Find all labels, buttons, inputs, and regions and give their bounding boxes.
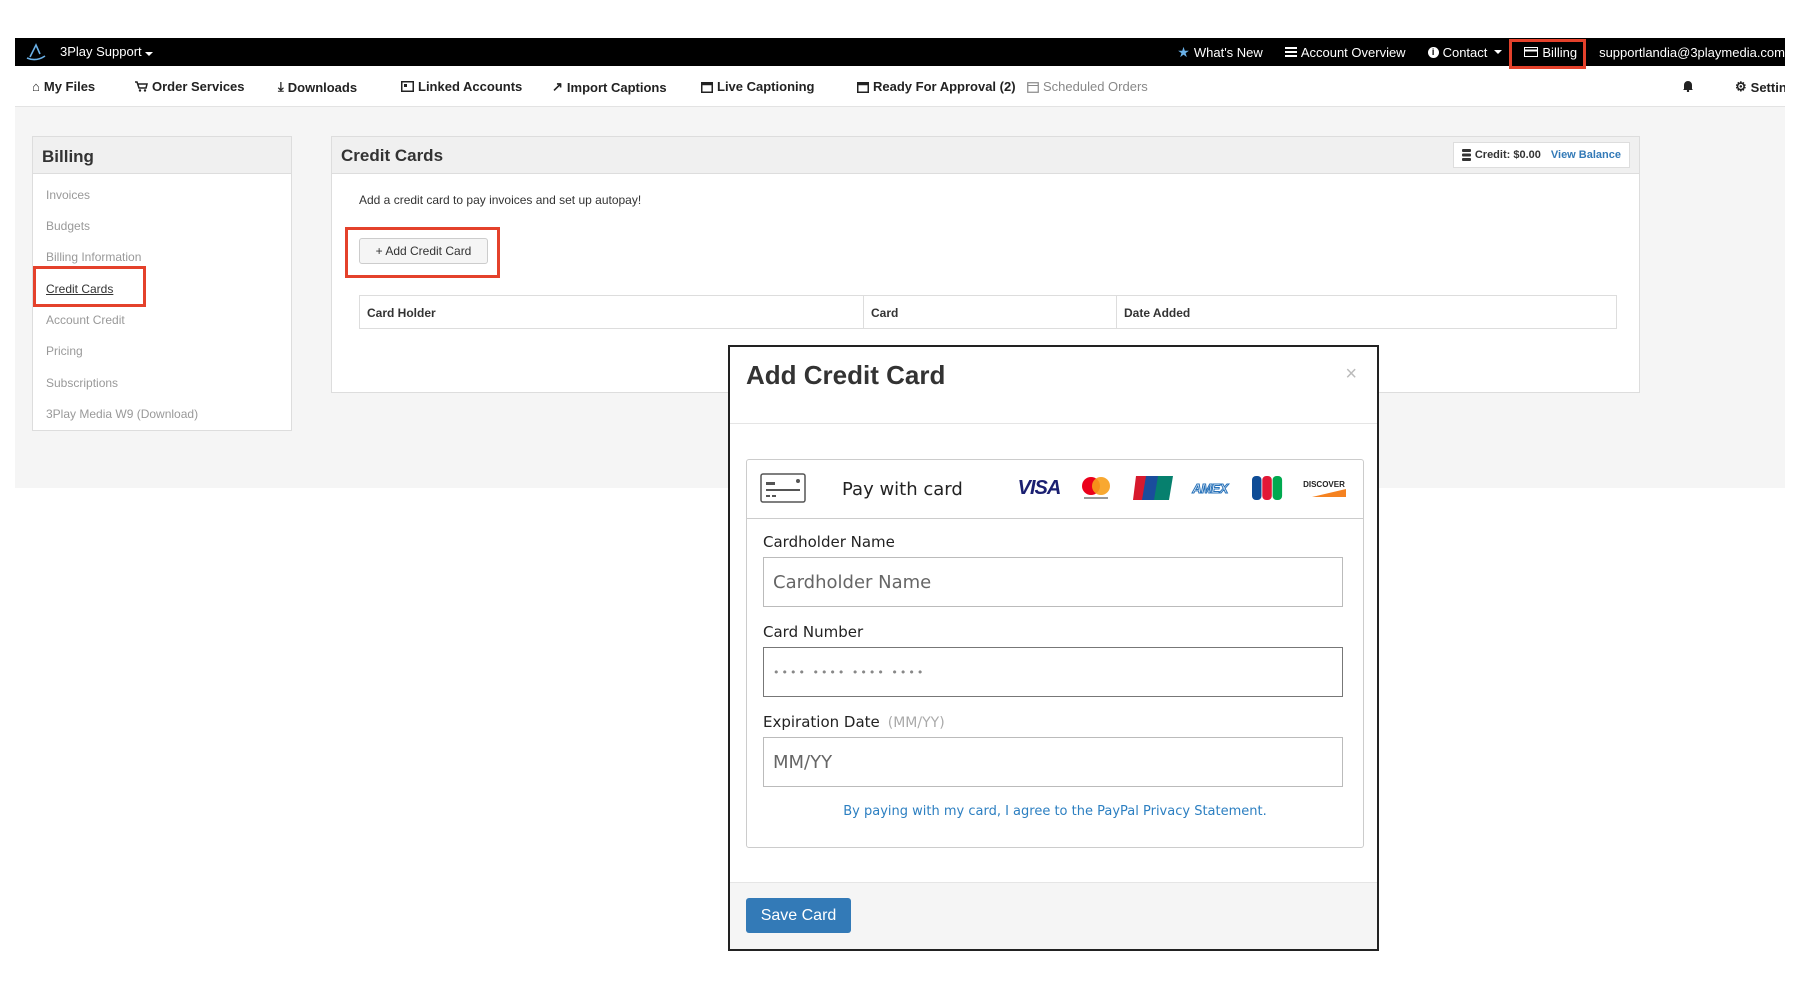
- credit-balance-box: Credit: $0.00 View Balance: [1452, 142, 1630, 168]
- expiration-date-input[interactable]: MM/YY: [763, 737, 1343, 787]
- nav-linked-accounts[interactable]: Linked Accounts: [401, 79, 522, 94]
- paypal-privacy-link[interactable]: By paying with my card, I agree to the P…: [747, 804, 1363, 819]
- pay-with-card-header: Pay with card VISA AMEX DISCOVER: [747, 460, 1363, 519]
- sidebar-item-pricing[interactable]: Pricing: [46, 344, 83, 358]
- calendar-icon: [1027, 81, 1039, 93]
- credit-card-icon: [760, 473, 806, 503]
- cardholder-name-label: Cardholder Name: [763, 533, 895, 551]
- nav-import-captions-label: Import Captions: [566, 79, 667, 95]
- list-icon: [1284, 47, 1297, 57]
- sidebar-item-account-credit[interactable]: Account Credit: [46, 313, 125, 327]
- nav-order-services-label: Order Services: [152, 79, 245, 94]
- cart-icon: [135, 81, 148, 92]
- expiration-date-hint: (MM/YY): [887, 715, 945, 731]
- nav-settings[interactable]: ⚙Settings: [1735, 79, 1785, 95]
- caret-down-icon: [144, 52, 153, 56]
- expiration-date-label: Expiration Date (MM/YY): [763, 713, 945, 731]
- caret-down-icon: [1494, 50, 1503, 54]
- column-header-date-added[interactable]: Date Added: [1117, 296, 1616, 328]
- column-header-card[interactable]: Card: [864, 296, 1117, 328]
- page-title: Credit Cards: [341, 146, 444, 165]
- visa-logo-text: VISA: [1017, 476, 1062, 499]
- star-icon: ★: [1177, 43, 1190, 60]
- card-number-label: Card Number: [763, 623, 864, 641]
- view-balance-link[interactable]: View Balance: [1551, 149, 1621, 161]
- sidebar-item-w9-download[interactable]: 3Play Media W9 (Download): [46, 407, 198, 421]
- credit-cards-table: Card Holder Card Date Added: [359, 295, 1617, 329]
- nav-downloads[interactable]: ⤓ Downloads: [278, 79, 357, 95]
- account-overview-label: Account Overview: [1300, 44, 1406, 60]
- whats-new-label: What's New: [1193, 44, 1263, 60]
- discover-logo-text: DISCOVER: [1303, 479, 1345, 489]
- cardholder-name-input[interactable]: Cardholder Name: [763, 557, 1343, 607]
- highlight-add-credit-card: [345, 227, 500, 278]
- user-menu[interactable]: supportlandia@3playmedia.com: [1599, 45, 1785, 60]
- nav-ready-for-approval-label: Ready For Approval (2): [873, 79, 1016, 94]
- unionpay-logo-icon: [1130, 475, 1176, 501]
- nav-live-captioning-label: Live Captioning: [717, 79, 815, 94]
- nav-settings-label: Settings: [1750, 79, 1785, 95]
- nav-my-files[interactable]: ⌂ My Files: [32, 79, 95, 94]
- account-overview-link[interactable]: Account Overview: [1284, 44, 1406, 60]
- coins-icon: [1461, 149, 1471, 161]
- nav-scheduled-orders[interactable]: Scheduled Orders: [1027, 79, 1148, 94]
- visa-logo-icon: VISA: [1016, 475, 1062, 501]
- amex-logo-text: AMEX: [1192, 480, 1229, 496]
- modal-title: Add Credit Card: [746, 360, 946, 390]
- save-card-button[interactable]: Save Card: [746, 898, 851, 933]
- paypal-card-form: Pay with card VISA AMEX DISCOVER Cardhol…: [746, 459, 1364, 848]
- mastercard-logo-icon: [1073, 475, 1119, 501]
- share-icon: ↗: [552, 79, 563, 94]
- download-icon: ⤓: [278, 79, 284, 94]
- nav-scheduled-orders-label: Scheduled Orders: [1043, 79, 1148, 94]
- info-icon: i: [1427, 46, 1439, 58]
- calendar-icon: [701, 81, 713, 93]
- amex-logo-icon: AMEX: [1187, 475, 1233, 501]
- user-email: supportlandia@3playmedia.com: [1599, 44, 1785, 60]
- bell-icon: [1683, 81, 1693, 92]
- modal-divider: [730, 423, 1377, 424]
- highlight-billing: [1509, 39, 1586, 69]
- add-credit-card-modal: Add Credit Card × Pay with card VISA AME…: [728, 345, 1379, 951]
- account-switcher[interactable]: 3Play Support: [60, 44, 153, 59]
- sidebar-item-billing-information[interactable]: Billing Information: [46, 250, 141, 264]
- sidebar-item-invoices[interactable]: Invoices: [46, 188, 90, 202]
- pay-with-card-label: Pay with card: [842, 479, 963, 500]
- linked-account-icon: [401, 81, 414, 92]
- nav-linked-accounts-label: Linked Accounts: [418, 79, 523, 94]
- jcb-logo-icon: [1244, 475, 1290, 501]
- nav-live-captioning[interactable]: Live Captioning: [701, 79, 815, 94]
- nav-ready-for-approval[interactable]: Ready For Approval (2): [857, 79, 1016, 94]
- intro-text: Add a credit card to pay invoices and se…: [359, 193, 642, 207]
- card-number-input[interactable]: •••• •••• •••• ••••: [763, 647, 1343, 697]
- sidebar-title: Billing: [33, 137, 291, 174]
- highlight-credit-cards: [33, 266, 146, 307]
- account-name: 3Play Support: [60, 44, 142, 59]
- contact-dropdown[interactable]: i Contact: [1427, 44, 1503, 60]
- sidebar-item-subscriptions[interactable]: Subscriptions: [46, 376, 118, 390]
- card-brand-logos: VISA AMEX DISCOVER: [1016, 475, 1347, 501]
- expiration-date-label-text: Expiration Date: [763, 713, 880, 731]
- sidebar-item-budgets[interactable]: Budgets: [46, 219, 90, 233]
- nav-downloads-label: Downloads: [287, 79, 358, 95]
- main-nav: ⌂ My Files Order Services ⤓ Downloads Link…: [15, 66, 1785, 107]
- nav-my-files-label: My Files: [43, 79, 96, 94]
- home-icon: ⌂: [32, 79, 40, 94]
- modal-footer: Save Card: [730, 882, 1377, 949]
- credit-amount: Credit: $0.00: [1474, 149, 1541, 161]
- column-header-card-holder[interactable]: Card Holder: [360, 296, 864, 328]
- contact-label: Contact: [1442, 44, 1488, 60]
- gear-icon: ⚙: [1735, 79, 1747, 94]
- close-icon[interactable]: ×: [1345, 363, 1357, 386]
- nav-order-services[interactable]: Order Services: [135, 79, 245, 94]
- calendar-icon: [857, 81, 869, 93]
- notifications-button[interactable]: [1682, 79, 1694, 92]
- nav-import-captions[interactable]: ↗ Import Captions: [552, 79, 667, 95]
- discover-logo-icon: DISCOVER: [1301, 475, 1347, 501]
- whats-new-link[interactable]: ★ What's New: [1177, 44, 1263, 61]
- 3play-logo-icon[interactable]: [24, 42, 48, 62]
